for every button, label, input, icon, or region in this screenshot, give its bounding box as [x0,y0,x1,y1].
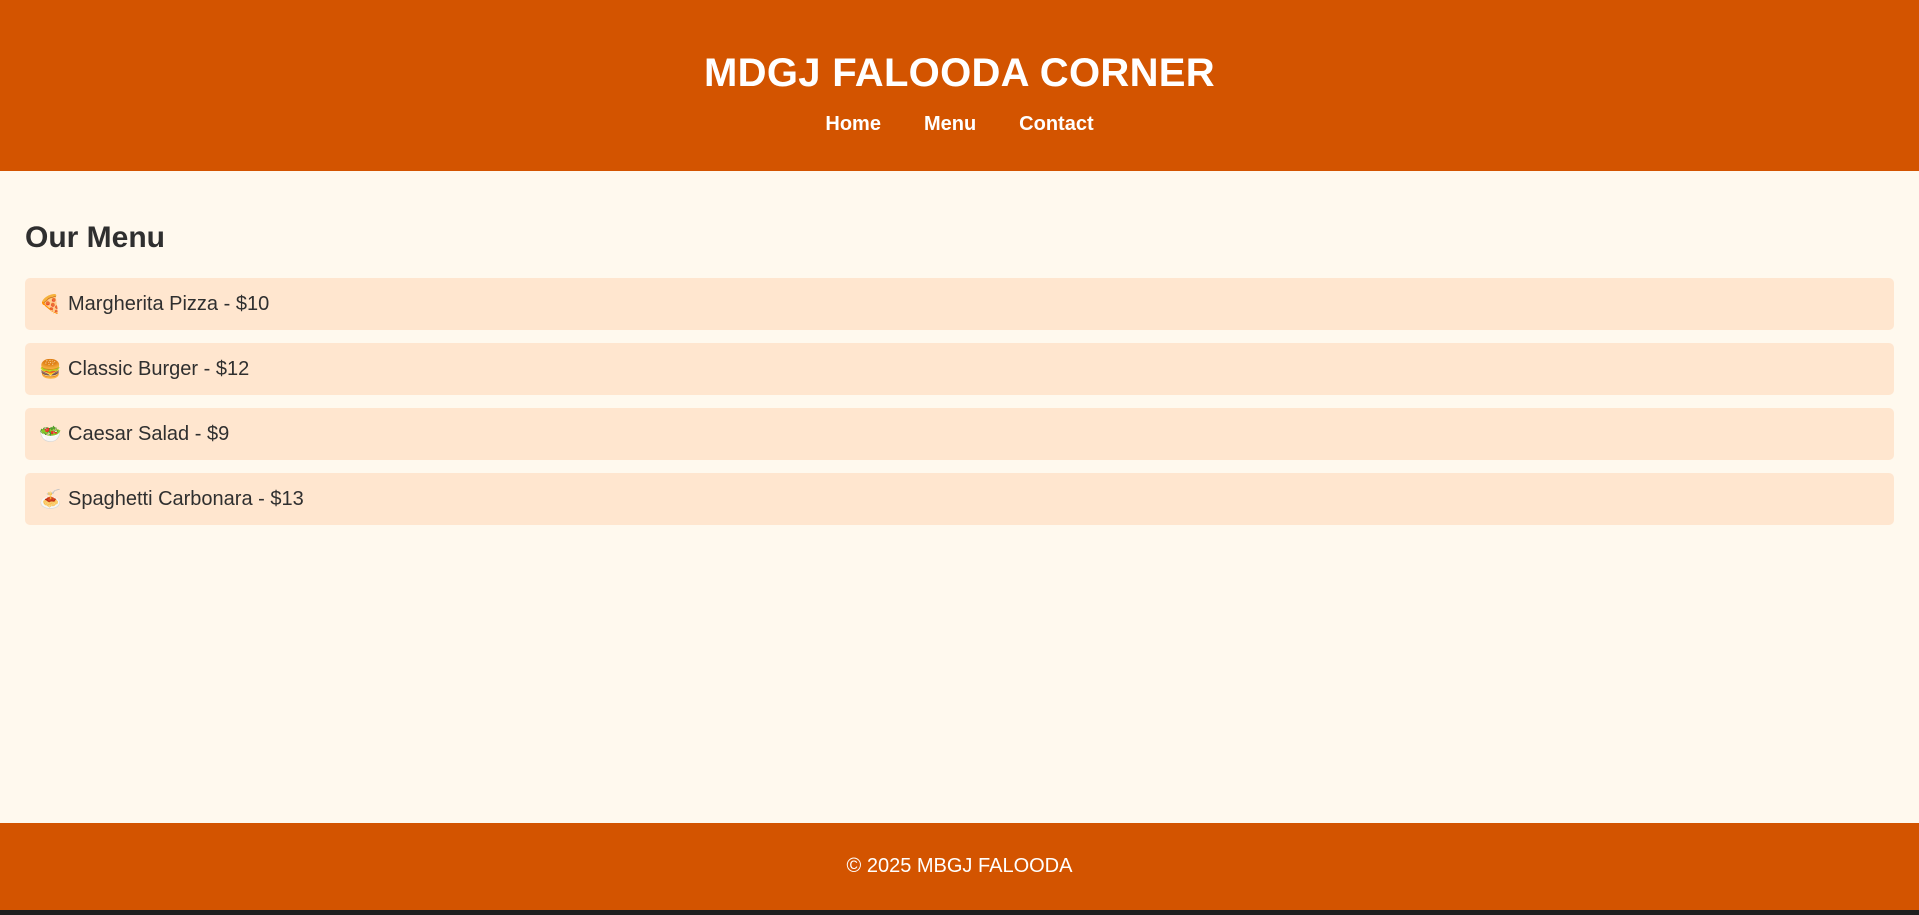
menu-item-name: Spaghetti Carbonara [68,487,253,510]
salad-icon: 🥗 [39,423,62,444]
menu-item-name: Caesar Salad [68,422,190,445]
menu-item: 🍝 Spaghetti Carbonara - $13 [25,473,1894,525]
menu-item-name: Classic Burger [68,357,199,380]
menu-item-price: $13 [270,487,304,510]
nav-link-home[interactable]: Home [825,112,881,136]
pizza-icon: 🍕 [39,293,62,314]
menu-item-price: $9 [206,422,230,445]
nav-link-menu[interactable]: Menu [924,112,976,136]
menu-heading: Our Menu [25,221,165,254]
spaghetti-icon: 🍝 [39,488,62,509]
menu-item-separator: - [189,422,207,445]
menu-item-price: $12 [215,357,250,380]
menu-item: 🥗 Caesar Salad - $9 [25,408,1894,460]
site-footer: © 2025 MBGJ FALOODA [0,823,1919,910]
menu-item-separator: - [198,357,216,380]
menu-item: 🍔 Classic Burger - $12 [25,343,1894,395]
nav-link-contact[interactable]: Contact [1019,112,1093,136]
menu-list: 🍕 Margherita Pizza - $10 🍔 Classic Burge… [25,278,1894,525]
main-content: Our Menu 🍕 Margherita Pizza - $10 🍔 Clas… [0,171,1919,823]
page: MDGJ FALOODA CORNER Home Menu Contact Ou… [0,0,1919,910]
menu-item-name: Margherita Pizza [68,292,219,315]
main-nav: Home Menu Contact [825,112,1093,136]
site-header: MDGJ FALOODA CORNER Home Menu Contact [0,0,1919,171]
menu-item-separator: - [252,487,271,510]
menu-item: 🍕 Margherita Pizza - $10 [25,278,1894,330]
site-title: MDGJ FALOODA CORNER [704,51,1215,95]
menu-item-price: $10 [235,292,270,315]
menu-item-separator: - [218,292,236,315]
footer-copyright: © 2025 MBGJ FALOODA [846,855,1073,877]
burger-icon: 🍔 [39,358,62,379]
